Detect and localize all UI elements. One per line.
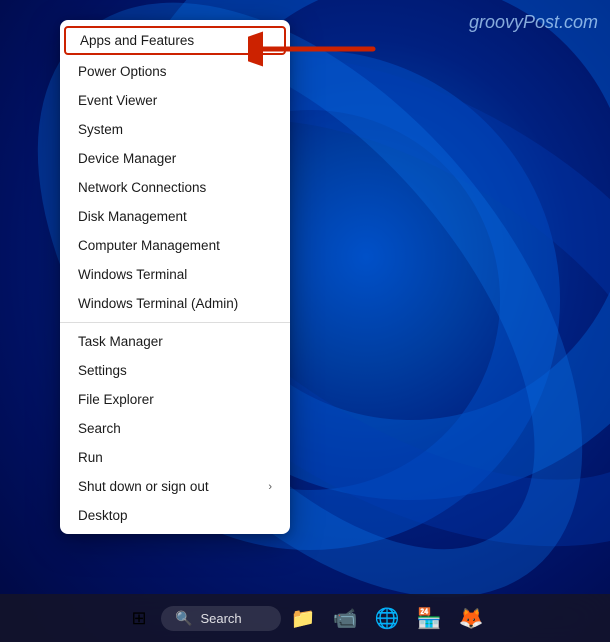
menu-item-label-desktop: Desktop (78, 508, 128, 523)
taskbar: ⊞ 🔍 Search 📁 📹 🌐 🏪 🦊 (0, 594, 610, 642)
taskbar-icons: ⊞ 🔍 Search 📁 📹 🌐 🏪 🦊 (119, 598, 491, 638)
edge-icon: 🌐 (375, 606, 400, 631)
menu-item-disk-management[interactable]: Disk Management (60, 202, 290, 231)
menu-item-windows-terminal-admin[interactable]: Windows Terminal (Admin) (60, 289, 290, 318)
menu-item-task-manager[interactable]: Task Manager (60, 327, 290, 356)
arrow-annotation (248, 24, 378, 74)
menu-item-file-explorer[interactable]: File Explorer (60, 385, 290, 414)
menu-item-label-run: Run (78, 450, 103, 465)
menu-item-shut-down-sign-out[interactable]: Shut down or sign out › (60, 472, 290, 501)
context-menu: Apps and Features Power Options Event View… (60, 20, 290, 534)
menu-item-label-settings: Settings (78, 363, 127, 378)
menu-item-label-device-manager: Device Manager (78, 151, 176, 166)
menu-item-device-manager[interactable]: Device Manager (60, 144, 290, 173)
menu-item-system[interactable]: System (60, 115, 290, 144)
menu-item-label-apps-features: Apps and Features (80, 33, 194, 48)
menu-separator-after-windows-terminal-admin (60, 322, 290, 323)
file-explorer-icon: 📁 (291, 606, 316, 631)
search-icon: 🔍 (175, 610, 192, 627)
menu-item-windows-terminal[interactable]: Windows Terminal (60, 260, 290, 289)
search-label: Search (200, 611, 241, 626)
menu-item-network-connections[interactable]: Network Connections (60, 173, 290, 202)
menu-item-label-windows-terminal: Windows Terminal (78, 267, 187, 282)
taskbar-icon-edge[interactable]: 🌐 (367, 598, 407, 638)
store-icon: 🏪 (417, 606, 442, 631)
menu-item-label-windows-terminal-admin: Windows Terminal (Admin) (78, 296, 238, 311)
taskbar-icon-file-explorer[interactable]: 📁 (283, 598, 323, 638)
submenu-chevron-shut-down-sign-out: › (268, 481, 272, 493)
firefox-icon: 🦊 (459, 606, 484, 631)
start-button[interactable]: ⊞ (119, 598, 159, 638)
windows-icon: ⊞ (131, 608, 146, 629)
menu-item-label-task-manager: Task Manager (78, 334, 163, 349)
menu-item-computer-management[interactable]: Computer Management (60, 231, 290, 260)
menu-item-label-computer-management: Computer Management (78, 238, 220, 253)
watermark: groovyPost.com (469, 12, 598, 33)
menu-item-label-shut-down-sign-out: Shut down or sign out (78, 479, 209, 494)
taskbar-icon-store[interactable]: 🏪 (409, 598, 449, 638)
menu-item-event-viewer[interactable]: Event Viewer (60, 86, 290, 115)
menu-item-desktop[interactable]: Desktop (60, 501, 290, 530)
menu-item-label-system: System (78, 122, 123, 137)
menu-item-label-network-connections: Network Connections (78, 180, 206, 195)
taskbar-search[interactable]: 🔍 Search (161, 606, 281, 631)
menu-item-settings[interactable]: Settings (60, 356, 290, 385)
menu-item-run[interactable]: Run (60, 443, 290, 472)
menu-item-label-file-explorer: File Explorer (78, 392, 154, 407)
menu-item-label-search: Search (78, 421, 121, 436)
menu-item-label-power-options: Power Options (78, 64, 167, 79)
taskbar-icon-teams[interactable]: 📹 (325, 598, 365, 638)
teams-icon: 📹 (333, 606, 358, 631)
menu-item-label-disk-management: Disk Management (78, 209, 187, 224)
menu-item-label-event-viewer: Event Viewer (78, 93, 157, 108)
taskbar-icon-firefox[interactable]: 🦊 (451, 598, 491, 638)
menu-item-search[interactable]: Search (60, 414, 290, 443)
